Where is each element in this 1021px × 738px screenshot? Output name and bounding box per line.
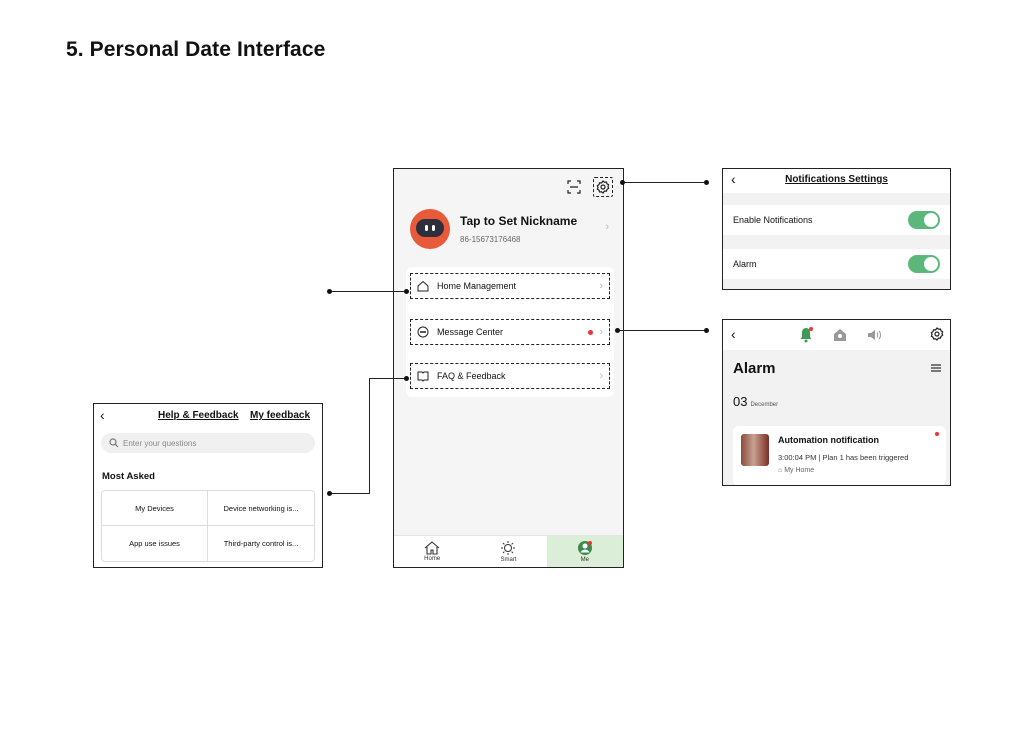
tab-label: Smart <box>500 557 517 563</box>
search-placeholder: Enter your questions <box>123 438 197 448</box>
profile-screen: Tap to Set Nickname 86-15673176468 › Hom… <box>393 168 624 568</box>
chevron-right-icon: › <box>605 221 609 233</box>
chevron-right-icon: › <box>599 326 603 338</box>
tab-me[interactable]: Me <box>546 536 623 567</box>
faq-item[interactable]: Third-party control is... <box>208 526 314 561</box>
home-name: My Home <box>784 467 815 474</box>
search-icon <box>109 438 119 448</box>
screen-title: Alarm <box>733 360 776 377</box>
my-feedback-link[interactable]: My feedback <box>250 410 310 421</box>
faq-item[interactable]: Device networking is... <box>208 491 314 526</box>
nickname[interactable]: Tap to Set Nickname <box>460 214 577 228</box>
tab-smart[interactable]: Smart <box>470 536 546 567</box>
alarm-toggle[interactable] <box>908 255 940 273</box>
speaker-icon[interactable] <box>867 328 881 342</box>
sun-icon <box>500 540 516 556</box>
chevron-right-icon: › <box>599 280 603 292</box>
settings-gear-icon[interactable] <box>930 327 944 341</box>
menu-item-home-management[interactable]: Home Management › <box>410 273 610 299</box>
connector-line <box>622 182 706 183</box>
menu-item-message-center[interactable]: Message Center › <box>410 319 610 345</box>
unread-dot <box>935 432 939 436</box>
tab-label: Home <box>424 556 441 562</box>
connector-dot <box>704 180 709 185</box>
event-thumbnail <box>741 434 769 466</box>
faq-grid: My Devices Device networking is... App u… <box>101 490 315 562</box>
top-icons <box>567 177 613 197</box>
unread-dot <box>588 329 594 335</box>
header: ‹ Notifications Settings <box>723 169 950 193</box>
connector-line <box>369 378 408 379</box>
enable-notifications-toggle[interactable] <box>908 211 940 229</box>
connector-dot <box>620 180 625 185</box>
day-number: 03 <box>733 394 748 409</box>
header: ‹ <box>723 320 950 350</box>
connector-dot <box>615 328 620 333</box>
profile-header[interactable]: Tap to Set Nickname 86-15673176468 › <box>410 209 615 253</box>
header: ‹ Help & Feedback My feedback <box>94 404 322 428</box>
connector-dot <box>327 289 332 294</box>
notification-card[interactable]: Automation notification 3:00:04 PM | Pla… <box>733 426 946 485</box>
message-bubble-icon <box>417 326 429 338</box>
month-label: December <box>750 402 779 408</box>
connector-dot <box>704 328 709 333</box>
search-input[interactable]: Enter your questions <box>101 433 315 453</box>
connector-line <box>330 291 408 292</box>
scan-icon[interactable] <box>567 180 581 194</box>
connector-line <box>617 330 706 331</box>
faq-item[interactable]: My Devices <box>102 491 208 526</box>
section-heading: Most Asked <box>102 471 155 482</box>
menu-item-faq-feedback[interactable]: FAQ & Feedback › <box>410 363 610 389</box>
setting-row-alarm: Alarm <box>723 249 950 279</box>
tab-label: Me <box>580 557 589 563</box>
phone-number: 86-15673176468 <box>460 235 521 244</box>
setting-label: Enable Notifications <box>733 215 813 225</box>
robot-face-icon <box>416 219 444 237</box>
setting-row-enable-notifications: Enable Notifications <box>723 205 950 235</box>
page-title: 5. Personal Date Interface <box>66 38 326 61</box>
avatar[interactable] <box>410 209 450 249</box>
notifications-settings-screen: ‹ Notifications Settings Enable Notifica… <box>722 168 951 290</box>
help-feedback-screen: ‹ Help & Feedback My feedback Enter your… <box>93 403 323 568</box>
home-member-icon[interactable] <box>833 328 847 342</box>
filter-icon[interactable] <box>930 363 942 373</box>
menu-item-label: FAQ & Feedback <box>437 371 506 381</box>
notification-home: ⌂ My Home <box>778 467 815 474</box>
person-icon <box>577 540 593 556</box>
connector-dot <box>404 289 409 294</box>
setting-label: Alarm <box>733 259 757 269</box>
tab-home[interactable]: Home <box>394 536 470 567</box>
book-icon <box>417 370 429 382</box>
screen-title: Notifications Settings <box>785 174 888 185</box>
date-heading: 03 December <box>733 394 778 409</box>
settings-gear-icon[interactable] <box>593 177 613 197</box>
faq-item[interactable]: App use issues <box>102 526 208 561</box>
house-icon <box>424 541 440 555</box>
menu-item-label: Message Center <box>437 327 504 337</box>
connector-line <box>330 493 370 494</box>
notification-title: Automation notification <box>778 435 879 445</box>
chevron-right-icon: › <box>599 370 603 382</box>
home-outline-icon <box>417 280 429 292</box>
alarm-messages-screen: ‹ Alarm 03 December Automation notificati… <box>722 319 951 486</box>
connector-line <box>369 378 370 493</box>
screen-title: Help & Feedback <box>158 410 239 421</box>
connector-dot <box>327 491 332 496</box>
connector-dot <box>404 376 409 381</box>
notification-detail: 3:00:04 PM | Plan 1 has been triggered <box>778 453 909 462</box>
back-arrow-icon[interactable]: ‹ <box>731 326 736 342</box>
menu-item-label: Home Management <box>437 281 517 291</box>
menu-card: Home Management › Message Center › FAQ &… <box>406 267 614 397</box>
tab-bar: Home Smart Me <box>394 535 623 567</box>
back-arrow-icon[interactable]: ‹ <box>100 407 105 423</box>
bell-icon[interactable] <box>799 327 813 343</box>
